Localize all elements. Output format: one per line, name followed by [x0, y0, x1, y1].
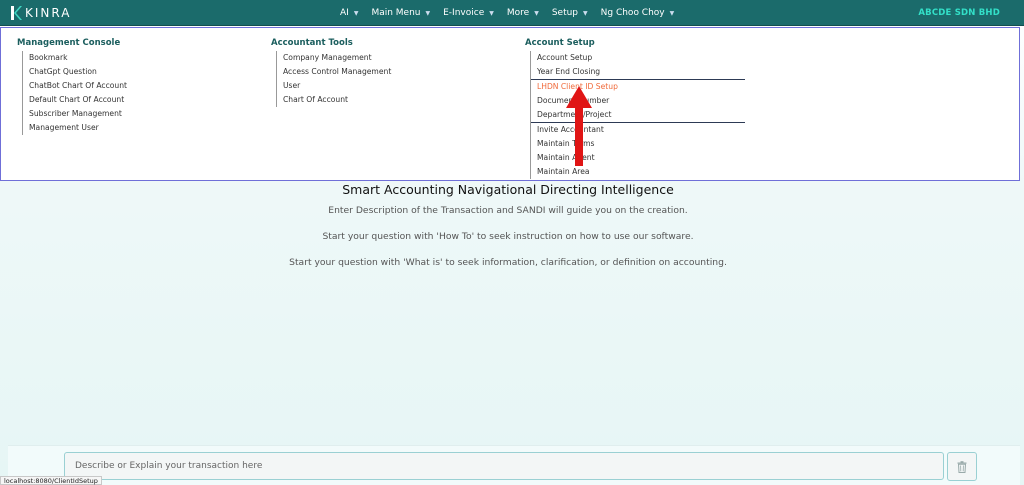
chevron-down-icon: ▼: [669, 9, 675, 17]
logo-text: KINRA: [25, 6, 72, 20]
nav-main-menu-label: Main Menu: [371, 8, 421, 18]
nav-e-invoice[interactable]: E-Invoice ▼: [443, 8, 494, 18]
browser-status-url: localhost:8080/ClientIdSetup: [0, 476, 102, 485]
menu-item-chart-of-account[interactable]: Chart Of Account: [283, 93, 391, 107]
accountant-tools-heading: Accountant Tools: [271, 38, 353, 48]
nav-main-menu[interactable]: Main Menu ▼: [371, 8, 430, 18]
nav-setup-label: Setup: [551, 8, 579, 18]
chevron-down-icon: ▼: [425, 9, 431, 17]
nav-setup[interactable]: Setup ▼: [552, 8, 588, 18]
sandi-instruction-3: Start your question with 'What is' to se…: [289, 257, 727, 268]
management-console-column: Management Console Bookmark ChatGpt Ques…: [17, 38, 127, 135]
menu-item-account-setup[interactable]: Account Setup: [537, 51, 745, 65]
nav-ai[interactable]: AI ▼: [340, 8, 358, 18]
menu-item-year-end-closing[interactable]: Year End Closing: [537, 65, 745, 79]
menu-item-company-management[interactable]: Company Management: [283, 51, 391, 65]
chevron-down-icon: ▼: [353, 9, 359, 17]
setup-mega-menu: Management Console Bookmark ChatGpt Ques…: [0, 27, 1020, 181]
account-setup-column: Account Setup Account Setup Year End Clo…: [525, 38, 745, 179]
accountant-tools-column: Accountant Tools Company Management Acce…: [271, 38, 391, 107]
sandi-title: Smart Accounting Navigational Directing …: [342, 182, 674, 197]
menu-item-chatgpt-question[interactable]: ChatGpt Question: [29, 65, 127, 79]
menu-item-access-control-management[interactable]: Access Control Management: [283, 65, 391, 79]
nav-user[interactable]: Ng Choo Choy ▼: [601, 8, 675, 18]
menu-item-user[interactable]: User: [283, 79, 391, 93]
transaction-input[interactable]: [64, 452, 944, 480]
menu-item-bookmark[interactable]: Bookmark: [29, 51, 127, 65]
top-navbar: KINRA AI ▼ Main Menu ▼ E-Invoice ▼ More …: [0, 0, 1024, 26]
sandi-instruction-1: Enter Description of the Transaction and…: [328, 205, 688, 216]
nav-more-label: More: [506, 8, 530, 18]
menu-item-default-chart-of-account[interactable]: Default Chart Of Account: [29, 93, 127, 107]
chevron-down-icon: ▼: [489, 9, 494, 17]
trash-icon: [957, 460, 967, 473]
company-name[interactable]: ABCDE SDN BHD: [918, 8, 1000, 18]
menu-item-chatbot-chart-of-account[interactable]: ChatBot Chart Of Account: [29, 79, 127, 93]
menu-item-management-user[interactable]: Management User: [29, 121, 127, 135]
account-setup-list: Account Setup Year End Closing LHDN Clie…: [530, 51, 745, 179]
account-setup-heading: Account Setup: [525, 38, 595, 48]
clear-button[interactable]: [947, 452, 977, 481]
kinra-logo-icon: [11, 6, 22, 20]
management-console-heading: Management Console: [17, 38, 121, 48]
nav-user-label: Ng Choo Choy: [600, 8, 665, 18]
main-nav: AI ▼ Main Menu ▼ E-Invoice ▼ More ▼ Setu…: [340, 0, 687, 26]
menu-item-maintain-area[interactable]: Maintain Area: [537, 165, 745, 179]
nav-ai-label: AI: [340, 8, 349, 18]
red-arrow-annotation: [566, 86, 592, 166]
sandi-instruction-2: Start your question with 'How To' to see…: [322, 231, 694, 242]
chevron-down-icon: ▼: [583, 9, 588, 17]
nav-more[interactable]: More ▼: [507, 8, 539, 18]
management-console-list: Bookmark ChatGpt Question ChatBot Chart …: [22, 51, 127, 135]
chevron-down-icon: ▼: [534, 9, 539, 17]
brand-logo[interactable]: KINRA: [10, 5, 71, 21]
nav-e-invoice-label: E-Invoice: [443, 8, 485, 18]
accountant-tools-list: Company Management Access Control Manage…: [276, 51, 391, 107]
menu-item-subscriber-management[interactable]: Subscriber Management: [29, 107, 127, 121]
